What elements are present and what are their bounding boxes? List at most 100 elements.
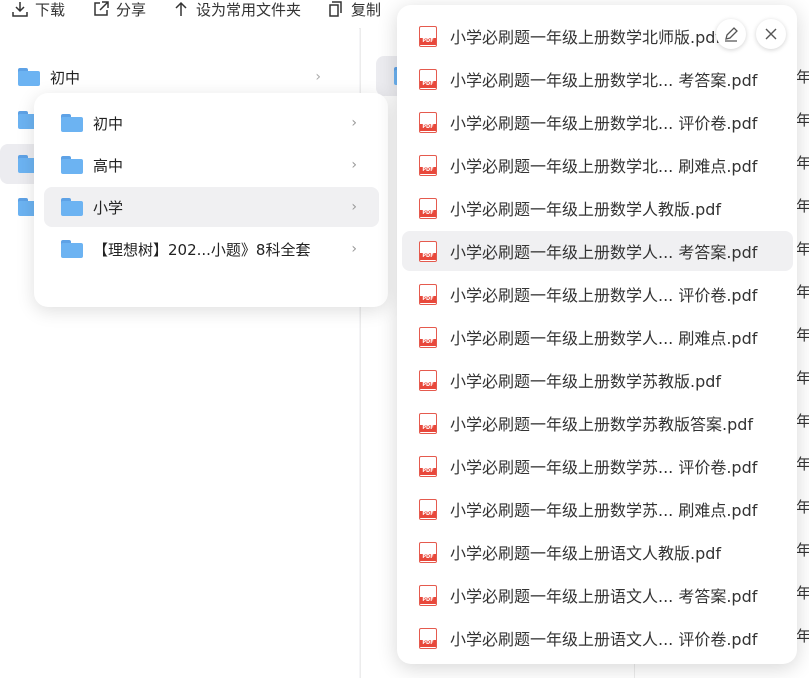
folder-row[interactable]: 初中 ›: [10, 57, 359, 97]
pdf-file-icon: PDF: [419, 25, 437, 47]
partial-file-name: 年: [796, 584, 809, 602]
file-row[interactable]: PDF 小学必刷题一年级上册数学苏... 刷难点.pdf: [402, 489, 793, 529]
chevron-right-icon: ›: [315, 69, 321, 85]
popup-folder-name: 初中: [93, 114, 124, 133]
pdf-file-icon: PDF: [419, 197, 437, 219]
pdf-file-icon: PDF: [419, 369, 437, 391]
partial-file-name: 年: [796, 111, 809, 129]
edit-button[interactable]: [716, 19, 746, 49]
file-row[interactable]: PDF 小学必刷题一年级上册数学人... 评价卷.pdf: [402, 274, 793, 314]
file-name: 小学必刷题一年级上册数学苏教版答案.pdf: [450, 415, 754, 434]
download-label: 下载: [35, 0, 66, 19]
chevron-right-icon: ›: [351, 157, 357, 173]
partial-file-name: 年: [796, 283, 809, 301]
file-row[interactable]: PDF 小学必刷题一年级上册语文人... 考答案.pdf: [402, 575, 793, 615]
folder-icon: [61, 240, 83, 258]
file-name: 小学必刷题一年级上册数学人... 刷难点.pdf: [450, 329, 758, 348]
file-name: 小学必刷题一年级上册数学人... 考答案.pdf: [450, 243, 758, 262]
partial-file-name: 年: [796, 627, 809, 645]
copy-button[interactable]: 复制: [327, 0, 381, 20]
folder-icon: [18, 68, 40, 86]
file-name: 小学必刷题一年级上册数学北... 评价卷.pdf: [450, 114, 758, 133]
copy-label: 复制: [351, 0, 382, 19]
popup-folder-name: 高中: [93, 156, 124, 175]
file-name: 小学必刷题一年级上册语文人... 考答案.pdf: [450, 587, 758, 606]
pdf-file-icon: PDF: [419, 541, 437, 563]
partial-file-name: 年: [796, 326, 809, 344]
close-icon: [765, 28, 777, 40]
file-name: 小学必刷题一年级上册数学北... 考答案.pdf: [450, 71, 758, 90]
popup-folder-item-selected[interactable]: 小学 ›: [44, 187, 379, 227]
chevron-right-icon: ›: [351, 115, 357, 131]
folder-icon: [61, 198, 83, 216]
folder-icon: [61, 114, 83, 132]
file-row[interactable]: PDF 小学必刷题一年级上册数学北... 评价卷.pdf: [402, 102, 793, 142]
download-button[interactable]: 下载: [11, 0, 65, 20]
pdf-badge: PDF: [420, 37, 436, 45]
pdf-file-icon: PDF: [419, 412, 437, 434]
file-row[interactable]: PDF 小学必刷题一年级上册数学人教版.pdf: [402, 188, 793, 228]
pdf-file-icon: PDF: [419, 627, 437, 649]
file-name: 小学必刷题一年级上册数学人教版.pdf: [450, 200, 722, 219]
popup-folder-name: 小学: [93, 198, 124, 217]
partial-file-name: 年: [796, 455, 809, 473]
folder-dropdown-popup: 初中 › 高中 › 小学 › 【理想树】202...小题》8科全套 ›: [34, 93, 388, 307]
pdf-badge: PDF: [420, 166, 436, 174]
partial-file-name: 年: [796, 369, 809, 387]
file-row[interactable]: PDF 小学必刷题一年级上册数学北... 刷难点.pdf: [402, 145, 793, 185]
pdf-badge: PDF: [420, 252, 436, 260]
popup-folder-name: 【理想树】202...小题》8科全套: [93, 240, 311, 259]
popup-folder-item[interactable]: 高中 ›: [44, 145, 379, 185]
pdf-badge: PDF: [420, 209, 436, 217]
chevron-right-icon: ›: [351, 199, 357, 215]
download-icon: [12, 2, 28, 17]
file-row[interactable]: PDF 小学必刷题一年级上册数学苏教版.pdf: [402, 360, 793, 400]
partial-file-name: 年: [796, 197, 809, 215]
pdf-file-icon: PDF: [419, 498, 437, 520]
pdf-badge: PDF: [420, 596, 436, 604]
share-label: 分享: [116, 0, 147, 19]
popup-folder-item[interactable]: 初中 ›: [44, 103, 379, 143]
file-list-popup: PDF 小学必刷题一年级上册数学北师版.pdf PDF 小学必刷题一年级上册数学北..…: [397, 5, 797, 664]
partial-file-name: 年: [796, 240, 809, 258]
folder-icon: [61, 156, 83, 174]
pdf-file-icon: PDF: [419, 584, 437, 606]
pdf-file-icon: PDF: [419, 283, 437, 305]
file-row[interactable]: PDF 小学必刷题一年级上册数学北... 考答案.pdf: [402, 59, 793, 99]
popup-folder-item[interactable]: 【理想树】202...小题》8科全套 ›: [44, 229, 379, 269]
pdf-badge: PDF: [420, 510, 436, 518]
pdf-badge: PDF: [420, 80, 436, 88]
arrow-up-icon: [175, 1, 187, 16]
copy-icon: [329, 1, 342, 17]
pdf-badge: PDF: [420, 467, 436, 475]
pdf-badge: PDF: [420, 338, 436, 346]
share-icon: [94, 1, 109, 16]
file-name: 小学必刷题一年级上册数学北师版.pdf: [450, 28, 722, 47]
partial-file-name: 年: [796, 68, 809, 86]
file-row[interactable]: PDF 小学必刷题一年级上册数学人... 刷难点.pdf: [402, 317, 793, 357]
pdf-badge: PDF: [420, 553, 436, 561]
pdf-badge: PDF: [420, 295, 436, 303]
pdf-badge: PDF: [420, 123, 436, 131]
pencil-icon: [725, 27, 738, 42]
set-common-folder-button[interactable]: 设为常用文件夹: [172, 0, 301, 20]
set-common-label: 设为常用文件夹: [196, 0, 302, 19]
pdf-file-icon: PDF: [419, 326, 437, 348]
file-name: 小学必刷题一年级上册语文人教版.pdf: [450, 544, 722, 563]
share-button[interactable]: 分享: [92, 0, 146, 20]
file-row[interactable]: PDF 小学必刷题一年级上册数学人... 考答案.pdf: [402, 231, 793, 271]
file-row[interactable]: PDF 小学必刷题一年级上册语文人... 评价卷.pdf: [402, 618, 793, 658]
pdf-file-icon: PDF: [419, 154, 437, 176]
file-name: 小学必刷题一年级上册语文人... 评价卷.pdf: [450, 630, 758, 649]
file-row[interactable]: PDF 小学必刷题一年级上册数学苏... 评价卷.pdf: [402, 446, 793, 486]
file-name: 小学必刷题一年级上册数学人... 评价卷.pdf: [450, 286, 758, 305]
close-button[interactable]: [756, 19, 786, 49]
pdf-file-icon: PDF: [419, 455, 437, 477]
pdf-file-icon: PDF: [419, 111, 437, 133]
file-row[interactable]: PDF 小学必刷题一年级上册语文人教版.pdf: [402, 532, 793, 572]
pdf-badge: PDF: [420, 639, 436, 647]
file-name: 小学必刷题一年级上册数学苏教版.pdf: [450, 372, 722, 391]
folder-name: 初中: [50, 68, 81, 87]
partial-file-name: 年: [796, 541, 809, 559]
file-row[interactable]: PDF 小学必刷题一年级上册数学苏教版答案.pdf: [402, 403, 793, 443]
